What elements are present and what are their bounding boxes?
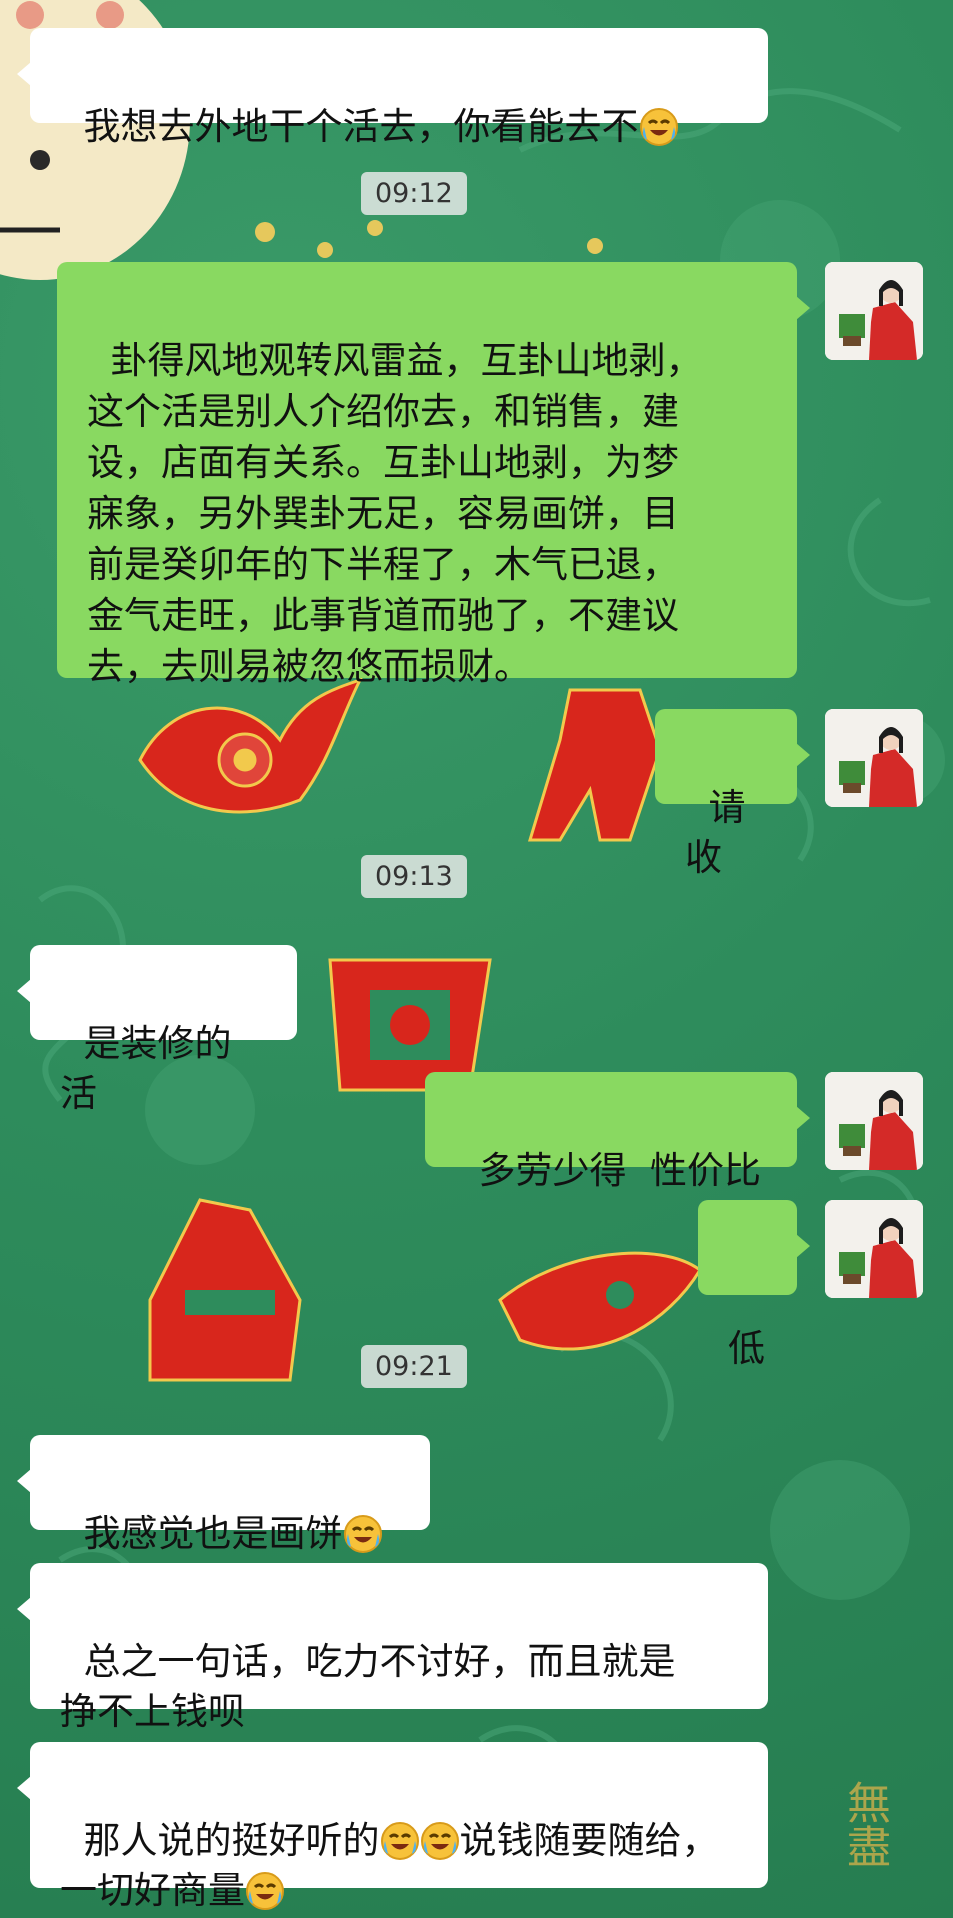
avatar-woman-in-red: [825, 709, 923, 807]
timestamp: 09:21: [361, 1345, 467, 1388]
crying-laughing-emoji: [380, 1822, 419, 1860]
timestamp: 09:12: [361, 172, 467, 215]
message-incoming[interactable]: 总之一句话，吃力不讨好，而且就是 挣不上钱呗: [17, 1563, 768, 1733]
crying-laughing-emoji: [420, 1822, 459, 1860]
avatar[interactable]: [825, 1200, 923, 1298]
red-glyph-box: [328, 958, 492, 1092]
crying-laughing-emoji: [343, 1515, 382, 1553]
red-glyph-house: [527, 688, 662, 842]
avatar-woman-in-red: [825, 262, 923, 360]
avatar-woman-in-red: [825, 1200, 923, 1298]
timestamp: 09:13: [361, 855, 467, 898]
message-text: 我想去外地干个活去，你看能去不: [83, 105, 639, 148]
message-outgoing[interactable]: 多劳少得 性价比: [425, 1072, 810, 1192]
red-glyph-fish: [498, 1251, 702, 1351]
message-outgoing[interactable]: 低: [698, 1200, 810, 1370]
message-incoming[interactable]: 那人说的挺好听的 说钱随要随给， 一切好商量: [17, 1742, 768, 1912]
message-incoming[interactable]: 我感觉也是画饼: [17, 1435, 430, 1555]
avatar[interactable]: [825, 262, 923, 360]
message-outgoing[interactable]: 请收: [655, 709, 810, 879]
watermark-calligraphy: 無盡: [839, 1780, 890, 1868]
red-glyph-tower: [148, 1198, 302, 1382]
message-text: 那人说的挺好听的: [83, 1819, 380, 1862]
message-text: 多劳少得 性价比: [478, 1149, 762, 1192]
message-text: 低: [728, 1327, 765, 1370]
message-incoming[interactable]: 是装修的活: [17, 945, 297, 1115]
crying-laughing-emoji: [639, 108, 678, 146]
red-glyph-bird: [138, 677, 363, 814]
crying-laughing-emoji: [246, 1872, 284, 1910]
avatar[interactable]: [825, 709, 923, 807]
message-text: 卦得风地观转风雷益，互卦山地剥， 这个活是别人介绍你去，和销售，建 设，店面有关…: [87, 339, 703, 688]
message-text: 我感觉也是画饼: [83, 1512, 343, 1555]
avatar-woman-in-red: [825, 1072, 923, 1170]
message-outgoing[interactable]: 卦得风地观转风雷益，互卦山地剥， 这个活是别人介绍你去，和销售，建 设，店面有关…: [57, 262, 810, 688]
message-incoming[interactable]: 我想去外地干个活去，你看能去不: [17, 28, 768, 148]
avatar[interactable]: [825, 1072, 923, 1170]
